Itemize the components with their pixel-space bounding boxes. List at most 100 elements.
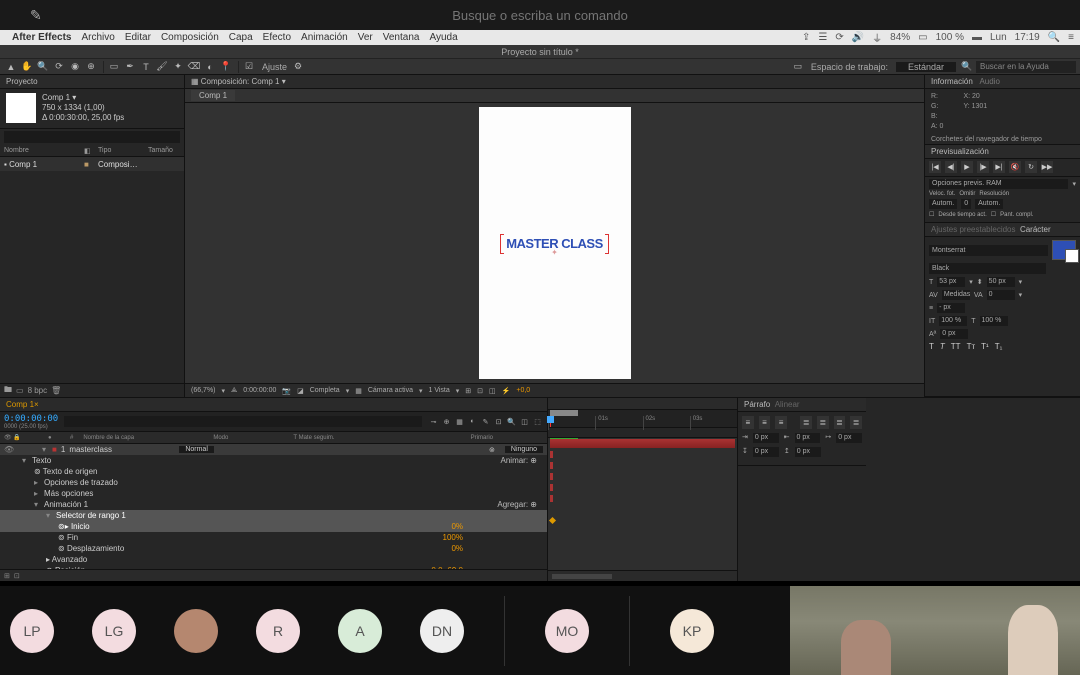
camera-select[interactable]: Cámara activa [368,387,413,394]
guides-icon[interactable]: ⊡ [477,387,483,395]
zoom-tool-icon[interactable]: 🔍 [36,60,50,74]
tl-icon[interactable]: ⊡ [493,416,504,427]
prop-fin[interactable]: ⊚ Fin100% [0,532,547,543]
justify-all-icon[interactable]: ≣ [850,416,862,429]
project-tab[interactable]: Proyecto [0,75,184,89]
next-frame-icon[interactable]: |▶ [977,161,989,173]
char-tab[interactable]: Carácter [1020,225,1051,234]
tl-icon[interactable]: ◐ [467,416,478,427]
col-size[interactable]: Tamaño [144,147,177,154]
avatar[interactable]: LG [92,609,136,653]
sync-icon[interactable]: ⟳ [835,32,843,43]
new-comp-icon[interactable]: ▭ [16,386,24,395]
super-icon[interactable]: T¹ [981,342,989,351]
tl-icon[interactable]: ⬚ [532,416,543,427]
rotate-tool-icon[interactable]: ⟳ [52,60,66,74]
tl-icon[interactable]: ▦ [454,416,465,427]
composition-canvas[interactable]: MASTER CLASS ✦ [479,107,631,379]
fast-icon[interactable]: ⚡ [502,387,511,395]
menu-ventana[interactable]: Ventana [383,32,420,43]
pen-tool-icon[interactable]: ✒ [123,60,137,74]
vscale[interactable]: 100 % [939,316,967,326]
snap-icon[interactable]: ☑ [242,60,256,74]
baseline[interactable]: 0 px [940,329,968,339]
first-frame-icon[interactable]: |◀ [929,161,941,173]
preview-tab[interactable]: Previsualización [925,145,1080,159]
menu-editar[interactable]: Editar [125,32,151,43]
keyframe-icon[interactable] [549,517,556,524]
para-tab[interactable]: Párrafo [744,400,770,409]
selection-tool-icon[interactable]: ▲ [4,60,18,74]
prop-desplazamiento[interactable]: ⊚ Desplazamiento0% [0,543,547,554]
col-label-icon[interactable]: ◧ [80,147,94,155]
avatar[interactable]: DN [420,609,464,653]
pan-behind-tool-icon[interactable]: ⊕ [84,60,98,74]
tl-icon[interactable]: 🔍 [506,416,517,427]
last-frame-icon[interactable]: ▶| [993,161,1005,173]
space-before[interactable]: 0 px [753,447,779,457]
channels-icon[interactable]: ◪ [297,387,304,395]
workspace-select[interactable]: Estándar [896,62,956,72]
italic-icon[interactable]: T [940,342,945,351]
puppet-tool-icon[interactable]: 📍 [219,60,233,74]
align-right-icon[interactable]: ≡ [775,416,787,429]
tl-icon[interactable]: ⊸ [428,416,439,427]
prop-opciones-trazado[interactable]: ▸Opciones de trazado [0,477,547,488]
project-name[interactable]: Comp 1 ▾ [42,93,124,103]
volume-icon[interactable]: 🔊 [852,32,864,43]
exposure-value[interactable]: +0,0 [516,387,530,394]
tracking[interactable]: 0 [987,290,1015,300]
menu-capa[interactable]: Capa [229,32,253,43]
layer-row[interactable]: 👁 ▾■ 1 masterclass Normal ⊚ Ninguno [0,444,547,455]
justify-right-icon[interactable]: ≣ [834,416,846,429]
indent-left[interactable]: 0 px [753,433,779,443]
eraser-tool-icon[interactable]: ⌫ [187,60,201,74]
quality-select[interactable]: Completa [310,387,340,394]
parent-select[interactable]: Ninguno [505,446,543,453]
camera-tool-icon[interactable]: ◉ [68,60,82,74]
col-name[interactable]: Nombre [0,147,80,154]
comp-tab[interactable]: Comp 1 [191,90,235,101]
loop-icon[interactable]: ↻ [1025,161,1037,173]
project-search[interactable] [4,131,180,143]
snapshot-icon[interactable]: 📷 [282,387,291,395]
prop-texto[interactable]: ▾Texto Animar: ⊕ [0,455,547,466]
avatar[interactable]: A [338,609,382,653]
caps-icon[interactable]: TT [951,342,961,351]
cc-icon[interactable]: ☰ [818,32,827,43]
current-time[interactable]: 0:00:00:00 [4,414,58,424]
timeline-search[interactable] [64,416,422,427]
tl-icon[interactable]: ◫ [519,416,530,427]
animate-menu[interactable]: Animar: ⊕ [501,456,538,465]
prop-mas-opciones[interactable]: ▸Más opciones [0,488,547,499]
ram-res[interactable]: Autom. [975,199,1003,209]
bold-icon[interactable]: T [929,342,934,351]
align-center-icon[interactable]: ≡ [759,416,771,429]
ram-fps[interactable]: Autom. [929,199,957,209]
grid-icon[interactable]: ⊞ [465,387,471,395]
indent-first[interactable]: 0 px [795,433,821,443]
layer-bar[interactable] [550,439,735,448]
dropbox-icon[interactable]: ⇪ [802,32,810,43]
prop-texto-origen[interactable]: ⊚ Texto de origen [0,466,547,477]
app-name[interactable]: After Effects [12,32,71,43]
fill-color[interactable] [1052,240,1076,260]
avatar[interactable]: R [256,609,300,653]
hscale[interactable]: 100 % [980,316,1008,326]
shape-tool-icon[interactable]: ▭ [107,60,121,74]
res-icon[interactable]: ⟁ [231,387,237,395]
search-help-input[interactable]: Buscar en la Ayuda [976,61,1076,73]
avatar[interactable]: MO [545,609,589,653]
leading[interactable]: 50 px [987,277,1015,287]
presets-tab[interactable]: Ajustes preestablecidos [931,225,1016,234]
smallcaps-icon[interactable]: Tᴛ [967,342,976,351]
play-icon[interactable]: ▶ [961,161,973,173]
toggle-modes-icon[interactable]: ⊡ [14,572,20,580]
avatar[interactable]: LP [10,609,54,653]
menu-composicion[interactable]: Composición [161,32,219,43]
menu-archivo[interactable]: Archivo [81,32,114,43]
ram-from[interactable]: Desde tiempo act. [938,212,986,218]
menu-efecto[interactable]: Efecto [263,32,291,43]
webcam-feed[interactable] [935,586,1080,675]
layer-name[interactable]: masterclass [69,445,169,454]
